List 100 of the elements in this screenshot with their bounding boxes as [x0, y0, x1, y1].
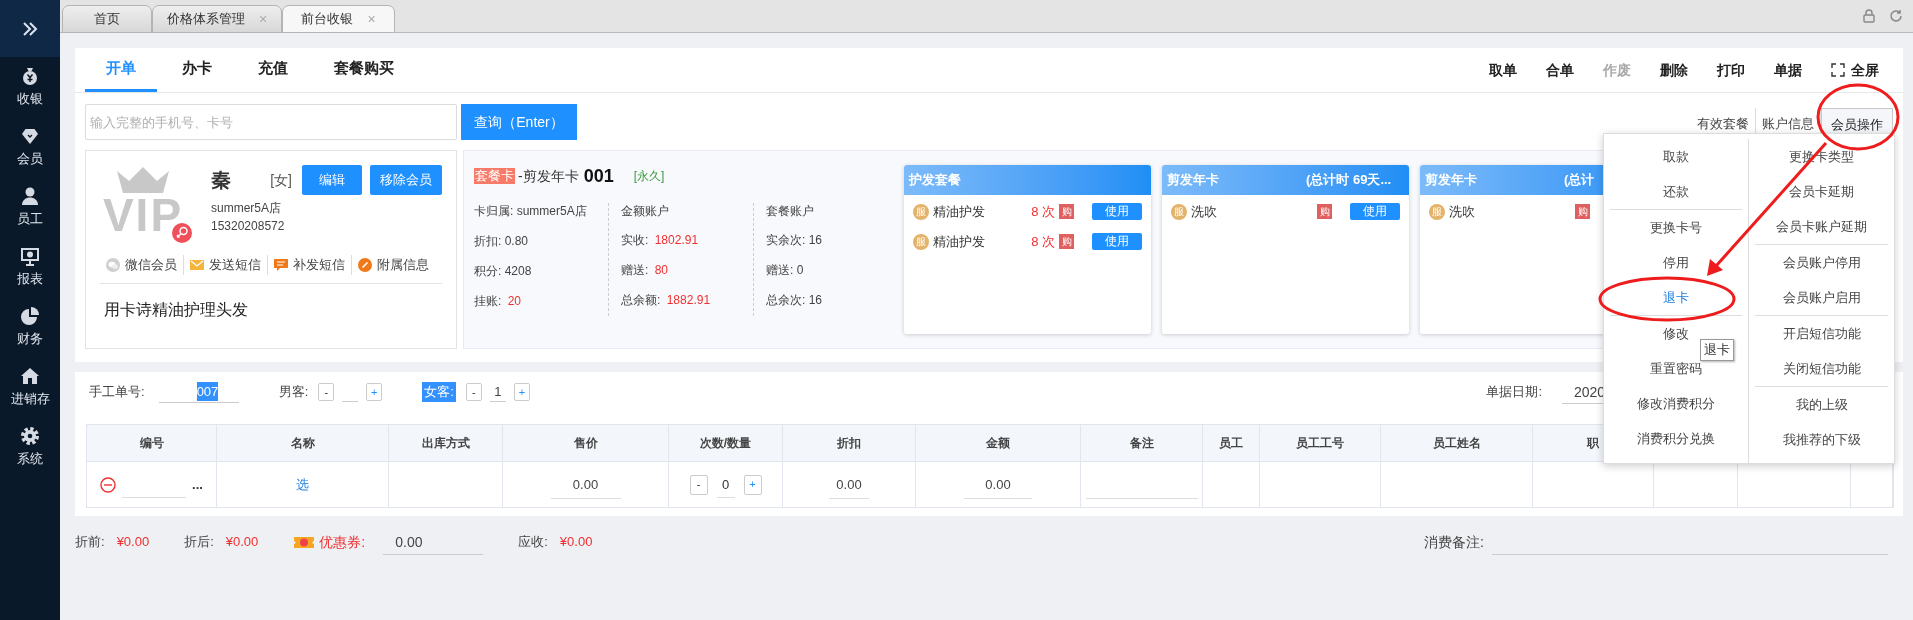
page-tab[interactable]: 价格体系管理 ×: [152, 5, 282, 33]
member-action-link[interactable]: 发送短信: [209, 255, 261, 275]
order-tab[interactable]: 套餐购买: [313, 48, 415, 92]
menu-item[interactable]: 我的上级: [1795, 394, 1848, 415]
service-badge: 服: [1429, 203, 1445, 220]
account-heading: 金额账户: [621, 203, 670, 219]
field-value: 16: [808, 233, 823, 247]
summary-value: ¥0.00: [225, 533, 259, 552]
store-name: summer5A店: [211, 200, 282, 217]
sidebar-item[interactable]: 系统: [17, 448, 43, 469]
phone-number: 15320208572: [211, 218, 286, 235]
field-value: 80: [654, 263, 669, 277]
package-title: 剪发年卡: [1167, 171, 1220, 190]
menu-item[interactable]: 会员卡账户延期: [1776, 216, 1867, 237]
field-label: 积分:: [474, 264, 502, 278]
card-number: 001: [583, 164, 614, 188]
package-title: 剪发年卡: [1425, 171, 1478, 190]
link-icon: [358, 257, 372, 272]
toolbar-button[interactable]: 删除: [1660, 59, 1688, 81]
sidebar-item[interactable]: 报表: [17, 268, 43, 289]
toolbar-button[interactable]: 合单: [1546, 59, 1574, 81]
order-tab[interactable]: 充值: [237, 48, 309, 92]
column-header: 折扣: [837, 435, 861, 452]
menu-item[interactable]: 我推荐的下级: [1782, 429, 1861, 450]
toolbar-button[interactable]: 取单: [1489, 59, 1517, 81]
account-heading: 套餐账户: [766, 203, 815, 219]
number-field[interactable]: 0.00: [964, 470, 1032, 499]
menu-item[interactable]: 重置密码: [1650, 358, 1702, 379]
field-label: 单据日期:: [1486, 383, 1542, 402]
menu-item[interactable]: 退卡: [1663, 287, 1689, 308]
count-field[interactable]: 0: [716, 471, 735, 498]
page-tab[interactable]: 首页: [62, 5, 152, 33]
menu-item[interactable]: 会员账户启用: [1782, 287, 1861, 308]
fullscreen-icon: [1831, 63, 1845, 77]
menu-item[interactable]: 关闭短信功能: [1782, 358, 1861, 379]
expand-icon: [22, 21, 38, 36]
number-field[interactable]: 0.00: [829, 470, 869, 499]
field-label: 赠送:: [766, 263, 794, 277]
field-value: 1802.91: [654, 233, 699, 247]
house-icon: [20, 365, 40, 386]
menu-item[interactable]: 还款: [1663, 181, 1689, 202]
fullscreen-button[interactable]: 全屏: [1831, 59, 1879, 81]
pick-link[interactable]: 选: [296, 474, 309, 495]
service-badge: 服: [1171, 203, 1187, 220]
buy-badge: 购: [1575, 204, 1590, 219]
menu-item[interactable]: 停用: [1663, 252, 1689, 273]
order-tab[interactable]: 办卡: [161, 48, 233, 92]
coupon-field[interactable]: 0.00: [383, 529, 484, 555]
remove-icon: [100, 476, 117, 493]
buy-badge: 购: [1059, 234, 1074, 249]
field-value: 20: [507, 294, 522, 308]
minus-button[interactable]: -: [318, 383, 335, 401]
sidebar-item[interactable]: 收银: [17, 88, 43, 109]
sidebar-item[interactable]: 员工: [17, 208, 43, 229]
more-button[interactable]: ...: [192, 474, 203, 495]
field-value: 0: [796, 263, 804, 277]
card-type-tag: 套餐卡: [474, 168, 515, 184]
field-label: 消费备注:: [1424, 532, 1484, 552]
sidebar-item[interactable]: 会员: [17, 148, 43, 169]
field-label: 总余额:: [621, 293, 661, 307]
person-icon: [20, 185, 40, 206]
search-field[interactable]: 输入完整的手机号、卡号: [85, 104, 457, 140]
package-subtitle: (总计时 69天...: [1306, 171, 1392, 190]
menu-item[interactable]: 会员卡延期: [1789, 181, 1854, 202]
service-name: 精油护发: [933, 232, 986, 251]
envelope-icon: [190, 257, 204, 272]
sidebar-item[interactable]: 进销存: [10, 388, 50, 409]
refresh-icon: [1889, 9, 1903, 23]
field-label: 挂账:: [474, 294, 502, 308]
number-field[interactable]: 0.00: [550, 470, 621, 499]
column-header: 备注: [1129, 435, 1154, 452]
gender-label: [女]: [270, 170, 292, 190]
menu-item[interactable]: 更换卡号: [1650, 217, 1702, 238]
summary-value: ¥0.00: [559, 533, 593, 552]
page-tab[interactable]: 前台收银 ×: [282, 5, 395, 33]
menu-item[interactable]: 修改消费积分: [1637, 393, 1715, 414]
toolbar-button[interactable]: 打印: [1717, 59, 1745, 81]
menu-item[interactable]: 修改: [1663, 323, 1689, 344]
field-label: 手工单号:: [89, 383, 145, 402]
count-field[interactable]: 1: [489, 382, 506, 402]
menu-item[interactable]: 开启短信功能: [1782, 323, 1861, 344]
service-name: 洗吹: [1449, 202, 1476, 221]
tooltip: 退卡: [1700, 339, 1734, 361]
menu-item[interactable]: 消费积分兑换: [1637, 428, 1715, 449]
member-action-link[interactable]: 附属信息: [377, 255, 429, 275]
minus-button[interactable]: -: [465, 383, 482, 401]
sidebar-item[interactable]: 财务: [17, 328, 43, 349]
field-value: 4208: [504, 264, 532, 278]
toolbar-button[interactable]: 单据: [1774, 59, 1802, 81]
member-action-link[interactable]: 补发短信: [293, 255, 345, 275]
field-value: 0.80: [504, 234, 529, 248]
money-bag-icon: [20, 65, 40, 86]
column-header: 职: [1587, 435, 1599, 452]
member-action-link[interactable]: 微信会员: [125, 255, 177, 275]
menu-item[interactable]: 取款: [1663, 146, 1689, 167]
summary-value: ¥0.00: [116, 533, 150, 552]
field-label: 总余次:: [766, 293, 806, 307]
menu-item[interactable]: 会员账户停用: [1782, 252, 1861, 273]
buy-badge: 购: [1317, 204, 1332, 219]
minus-button[interactable]: -: [689, 474, 708, 495]
